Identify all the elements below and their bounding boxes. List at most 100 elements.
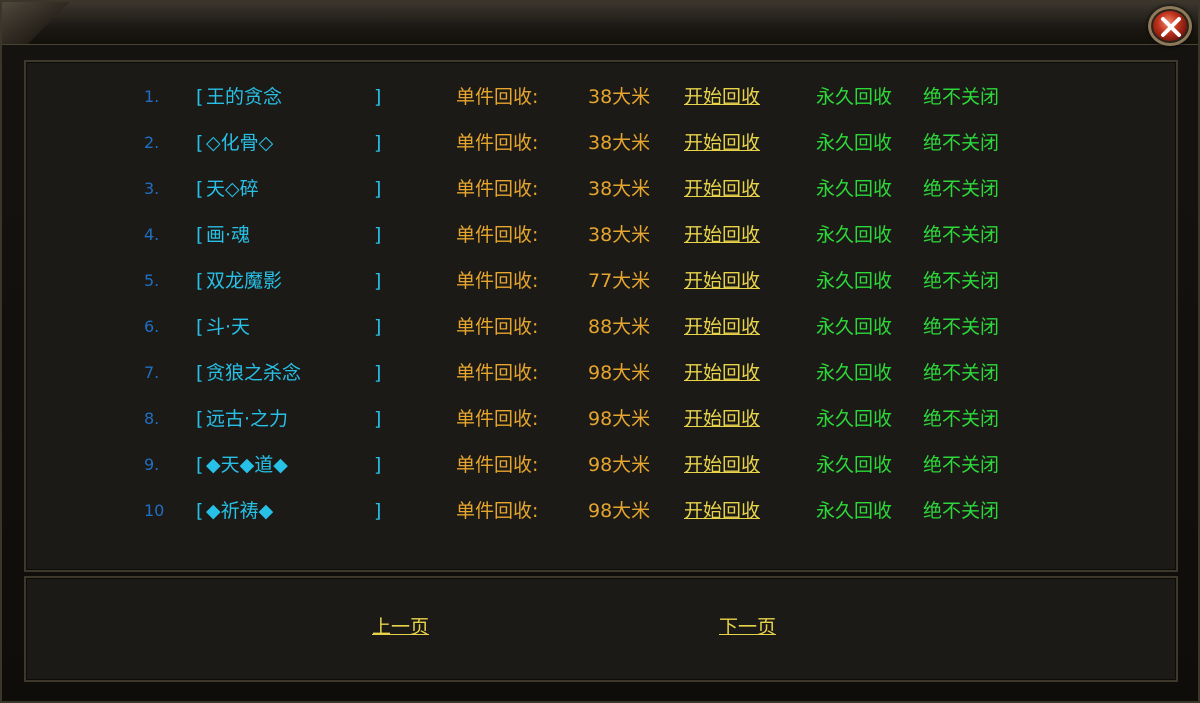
item-index: 8. [144,409,160,428]
list-item: 2. [ ◇化骨◇ ] 单件回收: 38大米 开始回收 永久回收 绝不关闭 [26,128,1176,158]
never-close-text: 绝不关闭 [923,500,1000,522]
start-recycle-link[interactable]: 开始回收 [684,128,760,158]
never-close-text: 绝不关闭 [923,270,1000,292]
next-page-link[interactable]: 下一页 [719,612,776,639]
permanent-recycle-text: 永久回收 [816,500,893,522]
never-close-text: 绝不关闭 [923,132,1000,154]
item-index: 6. [144,317,160,336]
never-close-text: 绝不关闭 [923,86,1000,108]
list-item: 8. [ 远古·之力 ] 单件回收: 98大米 开始回收 永久回收 绝不关闭 [26,404,1176,434]
item-price: 77大米 [588,270,651,292]
unit-price-label: 单件回收: [456,86,539,108]
bracket-close: ] [374,224,382,246]
bracket-close: ] [374,316,382,338]
unit-price-label: 单件回收: [456,362,539,384]
item-name: 双龙魔影 [206,270,283,292]
item-index: 3. [144,179,160,198]
bracket-close: ] [374,408,382,430]
list-item: 9. [ ◆天◆道◆ ] 单件回收: 98大米 开始回收 永久回收 绝不关闭 [26,450,1176,480]
item-name: 贪狼之杀念 [206,362,302,384]
never-close-text: 绝不关闭 [923,224,1000,246]
prev-page-link[interactable]: 上一页 [372,612,429,639]
close-x-icon [1161,17,1181,37]
item-price: 88大米 [588,316,651,338]
item-price: 98大米 [588,500,651,522]
bracket-close: ] [374,132,382,154]
permanent-recycle-text: 永久回收 [816,362,893,384]
bracket-open: [ [196,316,204,338]
permanent-recycle-text: 永久回收 [816,86,893,108]
permanent-recycle-text: 永久回收 [816,408,893,430]
list-item: 1. [ 王的贪念 ] 单件回收: 38大米 开始回收 永久回收 绝不关闭 [26,82,1176,112]
unit-price-label: 单件回收: [456,178,539,200]
never-close-text: 绝不关闭 [923,178,1000,200]
permanent-recycle-text: 永久回收 [816,178,893,200]
unit-price-label: 单件回收: [456,224,539,246]
start-recycle-link[interactable]: 开始回收 [684,358,760,388]
corner-ornament [2,2,72,44]
bracket-open: [ [196,132,204,154]
recycle-window: 1. [ 王的贪念 ] 单件回收: 38大米 开始回收 永久回收 绝不关闭 2.… [0,0,1200,703]
never-close-text: 绝不关闭 [923,454,1000,476]
start-recycle-link[interactable]: 开始回收 [684,82,760,112]
bracket-close: ] [374,178,382,200]
start-recycle-link[interactable]: 开始回收 [684,450,760,480]
item-price: 38大米 [588,178,651,200]
start-recycle-link[interactable]: 开始回收 [684,266,760,296]
bracket-open: [ [196,362,204,384]
permanent-recycle-text: 永久回收 [816,132,893,154]
unit-price-label: 单件回收: [456,408,539,430]
item-name: 天◇碎 [206,178,259,200]
item-price: 98大米 [588,362,651,384]
item-list-panel: 1. [ 王的贪念 ] 单件回收: 38大米 开始回收 永久回收 绝不关闭 2.… [24,60,1178,572]
list-item: 3. [ 天◇碎 ] 单件回收: 38大米 开始回收 永久回收 绝不关闭 [26,174,1176,204]
unit-price-label: 单件回收: [456,454,539,476]
item-name: 远古·之力 [206,408,289,430]
list-item: 5. [ 双龙魔影 ] 单件回收: 77大米 开始回收 永久回收 绝不关闭 [26,266,1176,296]
unit-price-label: 单件回收: [456,316,539,338]
bracket-open: [ [196,86,204,108]
list-item: 7. [ 贪狼之杀念 ] 单件回收: 98大米 开始回收 永久回收 绝不关闭 [26,358,1176,388]
item-name: ◇化骨◇ [206,132,274,154]
item-index: 2. [144,133,160,152]
start-recycle-link[interactable]: 开始回收 [684,220,760,250]
item-price: 98大米 [588,408,651,430]
item-name: 画·魂 [206,224,251,246]
bracket-close: ] [374,86,382,108]
item-index: 7. [144,363,160,382]
item-name: 王的贪念 [206,86,283,108]
start-recycle-link[interactable]: 开始回收 [684,174,760,204]
item-price: 38大米 [588,132,651,154]
unit-price-label: 单件回收: [456,132,539,154]
permanent-recycle-text: 永久回收 [816,224,893,246]
item-name: ◆天◆道◆ [206,454,288,476]
never-close-text: 绝不关闭 [923,362,1000,384]
close-button[interactable] [1148,6,1192,46]
never-close-text: 绝不关闭 [923,408,1000,430]
never-close-text: 绝不关闭 [923,316,1000,338]
start-recycle-link[interactable]: 开始回收 [684,496,760,526]
bracket-open: [ [196,408,204,430]
bracket-open: [ [196,270,204,292]
permanent-recycle-text: 永久回收 [816,316,893,338]
bracket-close: ] [374,270,382,292]
item-index: 4. [144,225,160,244]
item-index: 10 [144,501,165,520]
title-bar[interactable] [2,2,1198,45]
pagination-panel: 上一页 下一页 [24,576,1178,682]
item-price: 98大米 [588,454,651,476]
list-item: 6. [ 斗·天 ] 单件回收: 88大米 开始回收 永久回收 绝不关闭 [26,312,1176,342]
unit-price-label: 单件回收: [456,270,539,292]
bracket-open: [ [196,224,204,246]
bracket-open: [ [196,500,204,522]
item-name: ◆祈祷◆ [206,500,274,522]
item-price: 38大米 [588,224,651,246]
list-item: 10 [ ◆祈祷◆ ] 单件回收: 98大米 开始回收 永久回收 绝不关闭 [26,496,1176,526]
start-recycle-link[interactable]: 开始回收 [684,312,760,342]
permanent-recycle-text: 永久回收 [816,270,893,292]
item-name: 斗·天 [206,316,251,338]
bracket-close: ] [374,362,382,384]
permanent-recycle-text: 永久回收 [816,454,893,476]
item-index: 9. [144,455,160,474]
start-recycle-link[interactable]: 开始回收 [684,404,760,434]
